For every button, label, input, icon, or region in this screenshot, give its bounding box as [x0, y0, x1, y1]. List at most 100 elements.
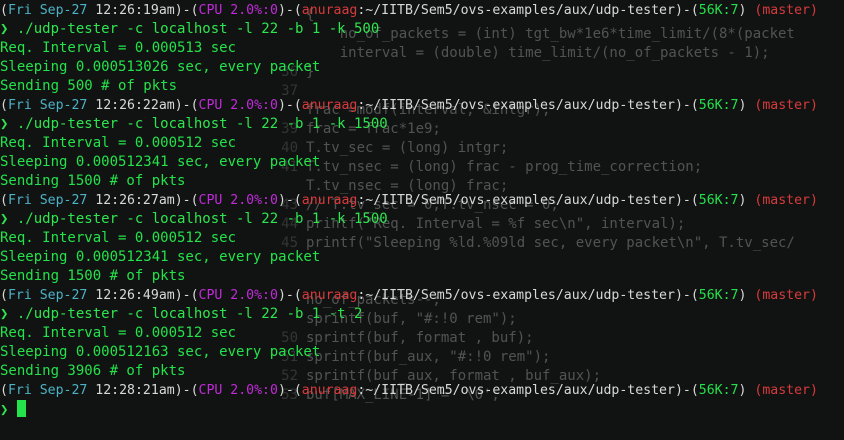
prompt-sep: )-(	[277, 98, 302, 113]
prompt-path: ~/IITB/Sem5/ovs-examples/aux/udp-tester	[365, 98, 675, 113]
prompt-sep: )-(	[277, 383, 302, 398]
cursor[interactable]	[16, 400, 26, 417]
prompt-paren: (	[0, 3, 8, 18]
command-line[interactable]: ❯	[0, 400, 26, 419]
prompt-sep: )-(	[277, 193, 302, 208]
output-line: Req. Interval = 0.000512 sec	[0, 134, 236, 153]
prompt-mem: 56K:7	[698, 3, 739, 18]
command-text: ./udp-tester -c localhost -l 22 -b 1 -k …	[16, 21, 380, 37]
prompt-arrow-icon: ❯	[0, 306, 17, 322]
prompt-line: (Fri Sep-27 12:26:19am)-(CPU 2.0%:0)-(an…	[0, 1, 818, 20]
prompt-branch: (master)	[754, 383, 818, 398]
prompt-paren: (	[0, 383, 8, 398]
output-text: Sleeping 0.000512341 sec, every packet	[0, 249, 321, 265]
output-text: Sending 1500 # of pkts	[0, 268, 186, 284]
output-line: Sending 1500 # of pkts	[0, 172, 185, 191]
output-line: Req. Interval = 0.000512 sec	[0, 324, 236, 343]
prompt-sep: )-(	[174, 193, 199, 208]
prompt-sep: )-(	[174, 383, 199, 398]
command-line[interactable]: ❯ ./udp-tester -c localhost -l 22 -b 1 -…	[0, 20, 379, 39]
output-text: Sleeping 0.000513026 sec, every packet	[0, 59, 321, 75]
terminal-window[interactable]: (Fri Sep-27 12:26:19am)-(CPU 2.0%:0)-(an…	[0, 0, 844, 440]
prompt-mem: 56K:7	[698, 98, 739, 113]
prompt-sep: )-(	[277, 288, 302, 303]
prompt-cpu: CPU 2.0%:0	[198, 383, 278, 398]
prompt-sep: )	[738, 98, 755, 113]
command-line[interactable]: ❯ ./udp-tester -c localhost -l 22 -b 1 -…	[0, 305, 362, 324]
output-line: Sleeping 0.000512341 sec, every packet	[0, 153, 320, 172]
output-text: Req. Interval = 0.000512 sec	[0, 325, 237, 341]
prompt-sep: )-(	[277, 3, 302, 18]
prompt-branch: (master)	[754, 3, 818, 18]
command-text: ./udp-tester -c localhost -l 22 -b 1 -k …	[16, 116, 388, 132]
prompt-line: (Fri Sep-27 12:28:21am)-(CPU 2.0%:0)-(an…	[0, 381, 818, 400]
prompt-branch: (master)	[754, 98, 818, 113]
prompt-sep: )-(	[674, 383, 699, 398]
command-line[interactable]: ❯ ./udp-tester -c localhost -l 22 -b 1 -…	[0, 115, 388, 134]
prompt-date: Fri Sep-27	[7, 383, 96, 398]
prompt-mem: 56K:7	[698, 288, 739, 303]
prompt-user: anuraag	[301, 288, 358, 303]
command-text: ./udp-tester -c localhost -l 22 -b 1 -k …	[16, 211, 388, 227]
prompt-sep: )-(	[174, 98, 199, 113]
prompt-time: 12:26:27am	[95, 193, 175, 208]
prompt-sep: )	[738, 193, 755, 208]
prompt-mem: 56K:7	[698, 383, 739, 398]
output-line: Sending 3906 # of pkts	[0, 362, 185, 381]
prompt-user: anuraag	[301, 193, 358, 208]
prompt-date: Fri Sep-27	[7, 98, 96, 113]
prompt-arrow-icon: ❯	[0, 402, 17, 418]
command-text: ./udp-tester -c localhost -l 22 -b 1 -t …	[16, 306, 363, 322]
prompt-path: ~/IITB/Sem5/ovs-examples/aux/udp-tester	[365, 193, 675, 208]
prompt-user: anuraag	[301, 98, 358, 113]
prompt-time: 12:28:21am	[95, 383, 175, 398]
prompt-date: Fri Sep-27	[7, 3, 96, 18]
prompt-sep: )-(	[674, 193, 699, 208]
prompt-sep: )-(	[174, 3, 199, 18]
output-line: Req. Interval = 0.000512 sec	[0, 229, 236, 248]
prompt-path: ~/IITB/Sem5/ovs-examples/aux/udp-tester	[365, 383, 675, 398]
prompt-cpu: CPU 2.0%:0	[198, 288, 278, 303]
prompt-paren: (	[0, 288, 8, 303]
prompt-mem: 56K:7	[698, 193, 739, 208]
prompt-sep: )	[738, 383, 755, 398]
prompt-cpu: CPU 2.0%:0	[198, 98, 278, 113]
output-text: Req. Interval = 0.000513 sec	[0, 40, 237, 56]
output-line: Sending 1500 # of pkts	[0, 267, 185, 286]
prompt-time: 12:26:22am	[95, 98, 175, 113]
prompt-arrow-icon: ❯	[0, 21, 17, 37]
output-text: Sleeping 0.000512341 sec, every packet	[0, 154, 321, 170]
prompt-cpu: CPU 2.0%:0	[198, 3, 278, 18]
prompt-branch: (master)	[754, 288, 818, 303]
output-text: Sending 500 # of pkts	[0, 78, 178, 94]
prompt-sep: )-(	[674, 98, 699, 113]
prompt-time: 12:26:49am	[95, 288, 175, 303]
prompt-line: (Fri Sep-27 12:26:27am)-(CPU 2.0%:0)-(an…	[0, 191, 818, 210]
output-text: Req. Interval = 0.000512 sec	[0, 230, 237, 246]
output-text: Sleeping 0.000512163 sec, every packet	[0, 344, 321, 360]
output-text: Req. Interval = 0.000512 sec	[0, 135, 237, 151]
command-line[interactable]: ❯ ./udp-tester -c localhost -l 22 -b 1 -…	[0, 210, 388, 229]
output-text: Sending 3906 # of pkts	[0, 363, 186, 379]
prompt-arrow-icon: ❯	[0, 211, 17, 227]
prompt-time: 12:26:19am	[95, 3, 175, 18]
prompt-user: anuraag	[301, 383, 358, 398]
output-line: Sleeping 0.000512163 sec, every packet	[0, 343, 320, 362]
prompt-sep: )	[738, 3, 755, 18]
prompt-date: Fri Sep-27	[7, 193, 96, 208]
prompt-path: ~/IITB/Sem5/ovs-examples/aux/udp-tester	[365, 3, 675, 18]
output-line: Sleeping 0.000513026 sec, every packet	[0, 58, 320, 77]
prompt-sep: )-(	[674, 3, 699, 18]
prompt-path: ~/IITB/Sem5/ovs-examples/aux/udp-tester	[365, 288, 675, 303]
prompt-sep: )	[738, 288, 755, 303]
prompt-user: anuraag	[301, 3, 358, 18]
prompt-line: (Fri Sep-27 12:26:49am)-(CPU 2.0%:0)-(an…	[0, 286, 818, 305]
prompt-line: (Fri Sep-27 12:26:22am)-(CPU 2.0%:0)-(an…	[0, 96, 818, 115]
output-line: Req. Interval = 0.000513 sec	[0, 39, 236, 58]
output-text: Sending 1500 # of pkts	[0, 173, 186, 189]
prompt-paren: (	[0, 98, 8, 113]
prompt-sep: )-(	[174, 288, 199, 303]
prompt-arrow-icon: ❯	[0, 116, 17, 132]
prompt-cpu: CPU 2.0%:0	[198, 193, 278, 208]
prompt-paren: (	[0, 193, 8, 208]
